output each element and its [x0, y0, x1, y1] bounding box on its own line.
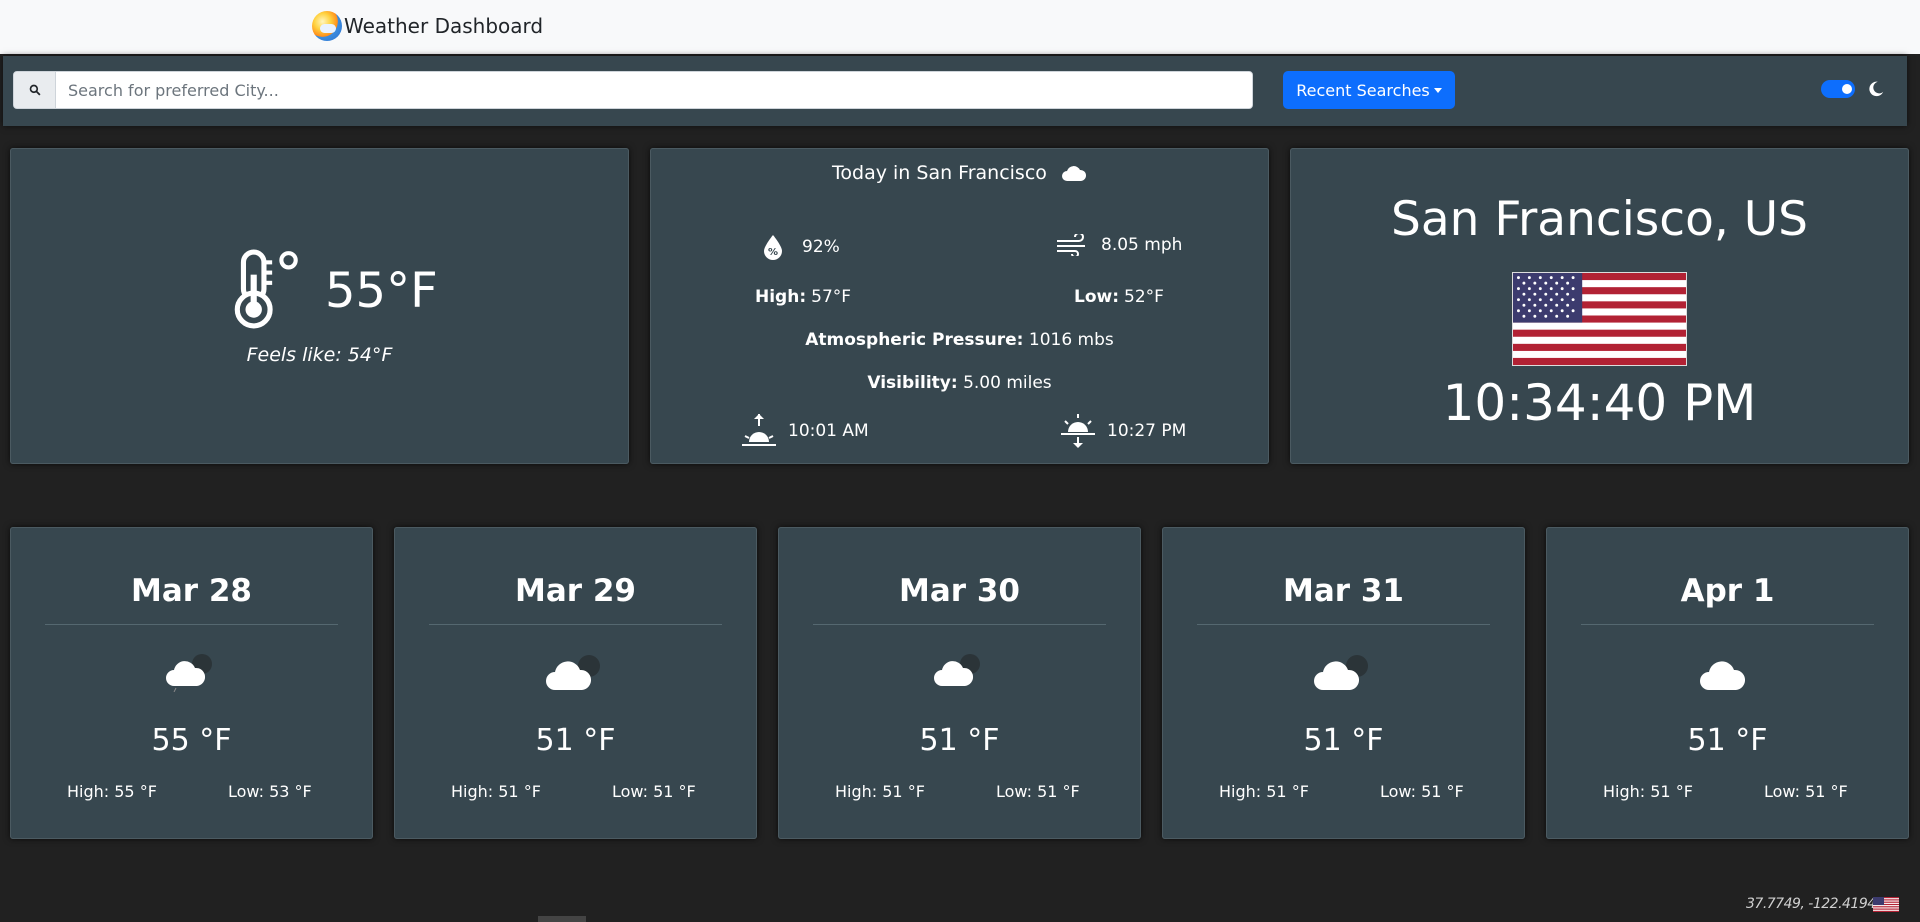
visibility-label: Visibility: — [867, 373, 958, 393]
forecast-high: High: 55 °F — [67, 782, 157, 801]
visibility-value: 5.00 miles — [963, 373, 1052, 393]
search-section: Recent Searches — [3, 56, 1907, 126]
forecast-date: Apr 1 — [1680, 573, 1775, 609]
thermometer-icon — [234, 249, 298, 329]
forecast-temperature: 51 °F — [1303, 723, 1384, 758]
high-stat: High: 57°F — [755, 287, 851, 307]
low-value: 52°F — [1124, 287, 1164, 307]
app-title: Weather Dashboard — [344, 14, 544, 38]
low-label: Low: — [1074, 287, 1120, 307]
forecast-low: Low: 51 °F — [1380, 782, 1464, 801]
dark-mode-toggle[interactable] — [1821, 80, 1855, 98]
cloud-moon-icon — [778, 650, 1141, 696]
forecast-low: Low: 51 °F — [612, 782, 696, 801]
forecast-temperature: 55 °F — [151, 723, 232, 758]
today-title: Today in San Francisco — [650, 162, 1269, 184]
cloud-icon — [1546, 650, 1909, 698]
low-stat: Low: 52°F — [1074, 287, 1164, 307]
search-group — [13, 71, 1253, 109]
sunrise-time: 10:01 AM — [788, 421, 869, 441]
forecast-high: High: 51 °F — [835, 782, 925, 801]
divider — [1197, 624, 1490, 625]
forecast-temperature: 51 °F — [919, 723, 1000, 758]
visibility-stat: Visibility: 5.00 miles — [650, 373, 1269, 393]
divider — [1581, 624, 1874, 625]
search-icon[interactable] — [14, 72, 56, 108]
recent-searches-label: Recent Searches — [1296, 80, 1430, 100]
recent-searches-button[interactable]: Recent Searches — [1283, 71, 1455, 109]
local-time: 10:34:40 PM — [1442, 374, 1757, 432]
pressure-value: 1016 mbs — [1028, 330, 1114, 350]
forecast-card: Mar 31 51 °F High: 51 °F Low: 51 °F — [1162, 527, 1525, 839]
location-card: San Francisco, US 10:34:40 PM — [1290, 148, 1909, 464]
wind-stat: 8.05 mph — [1055, 234, 1182, 256]
forecast-date: Mar 31 — [1283, 573, 1404, 609]
forecast-card: Mar 28 55 °F High: 55 °F Low: 53 °F — [10, 527, 373, 839]
forecast-date: Mar 30 — [899, 573, 1020, 609]
sunset-icon — [1061, 414, 1095, 448]
navbar: Weather Dashboard — [0, 0, 1920, 54]
us-flag-small-icon — [1873, 897, 1899, 912]
sunset-time: 10:27 PM — [1107, 421, 1187, 441]
sunset-stat: 10:27 PM — [1059, 412, 1186, 450]
forecast-low: Low: 51 °F — [996, 782, 1080, 801]
forecast-high: High: 51 °F — [1603, 782, 1693, 801]
divider — [45, 624, 338, 625]
forecast-date: Mar 28 — [131, 573, 252, 609]
forecast-card: Mar 30 51 °F High: 51 °F Low: 51 °F — [778, 527, 1141, 839]
forecast-temperature: 51 °F — [1687, 723, 1768, 758]
weather-logo-icon — [312, 11, 342, 41]
forecast-temperature: 51 °F — [535, 723, 616, 758]
city-name: San Francisco, US — [1391, 192, 1808, 247]
city-search-input[interactable] — [56, 72, 1252, 108]
svg-text:%: % — [768, 247, 778, 258]
current-temperature: 55°F — [325, 263, 438, 319]
high-label: High: — [755, 287, 807, 307]
humidity-value: 92% — [802, 237, 840, 257]
humidity-stat: % 92% — [762, 234, 840, 260]
chevron-down-icon — [1433, 87, 1442, 93]
forecast-card: Apr 1 51 °F High: 51 °F Low: 51 °F — [1546, 527, 1909, 839]
divider — [813, 624, 1106, 625]
forecast-low: Low: 53 °F — [228, 782, 312, 801]
feels-like-text: Feels like: 54°F — [246, 344, 393, 366]
forecast-card: Mar 29 51 °F High: 51 °F Low: 51 °F — [394, 527, 757, 839]
forecast-date: Mar 29 — [515, 573, 636, 609]
cloud-moon-icon — [394, 650, 757, 700]
today-title-text: Today in San Francisco — [832, 162, 1047, 184]
high-value: 57°F — [811, 287, 852, 307]
forecast-low: Low: 51 °F — [1764, 782, 1848, 801]
us-flag-icon — [1512, 272, 1687, 366]
horizontal-scrollbar[interactable] — [538, 916, 586, 922]
divider — [429, 624, 722, 625]
today-details-card: Today in San Francisco % 92% 8.05 mph Hi… — [650, 148, 1269, 464]
forecast-high: High: 51 °F — [451, 782, 541, 801]
sunrise-icon — [742, 414, 776, 446]
current-temperature-card: 55°F Feels like: 54°F — [10, 148, 629, 464]
moon-icon — [1869, 81, 1884, 97]
cloud-moon-icon — [10, 650, 373, 696]
pressure-stat: Atmospheric Pressure: 1016 mbs — [650, 330, 1269, 350]
cloud-icon — [1061, 165, 1086, 181]
humidity-drop-icon: % — [764, 235, 782, 260]
wind-value: 8.05 mph — [1101, 235, 1183, 255]
cloud-moon-icon — [1162, 650, 1525, 700]
brand[interactable]: Weather Dashboard — [312, 11, 543, 41]
forecast-high: High: 51 °F — [1219, 782, 1309, 801]
pressure-label: Atmospheric Pressure: — [805, 330, 1024, 350]
sunrise-stat: 10:01 AM — [740, 412, 869, 450]
coordinates-text: 37.7749, -122.4194 — [1746, 896, 1876, 912]
wind-icon — [1057, 234, 1085, 256]
